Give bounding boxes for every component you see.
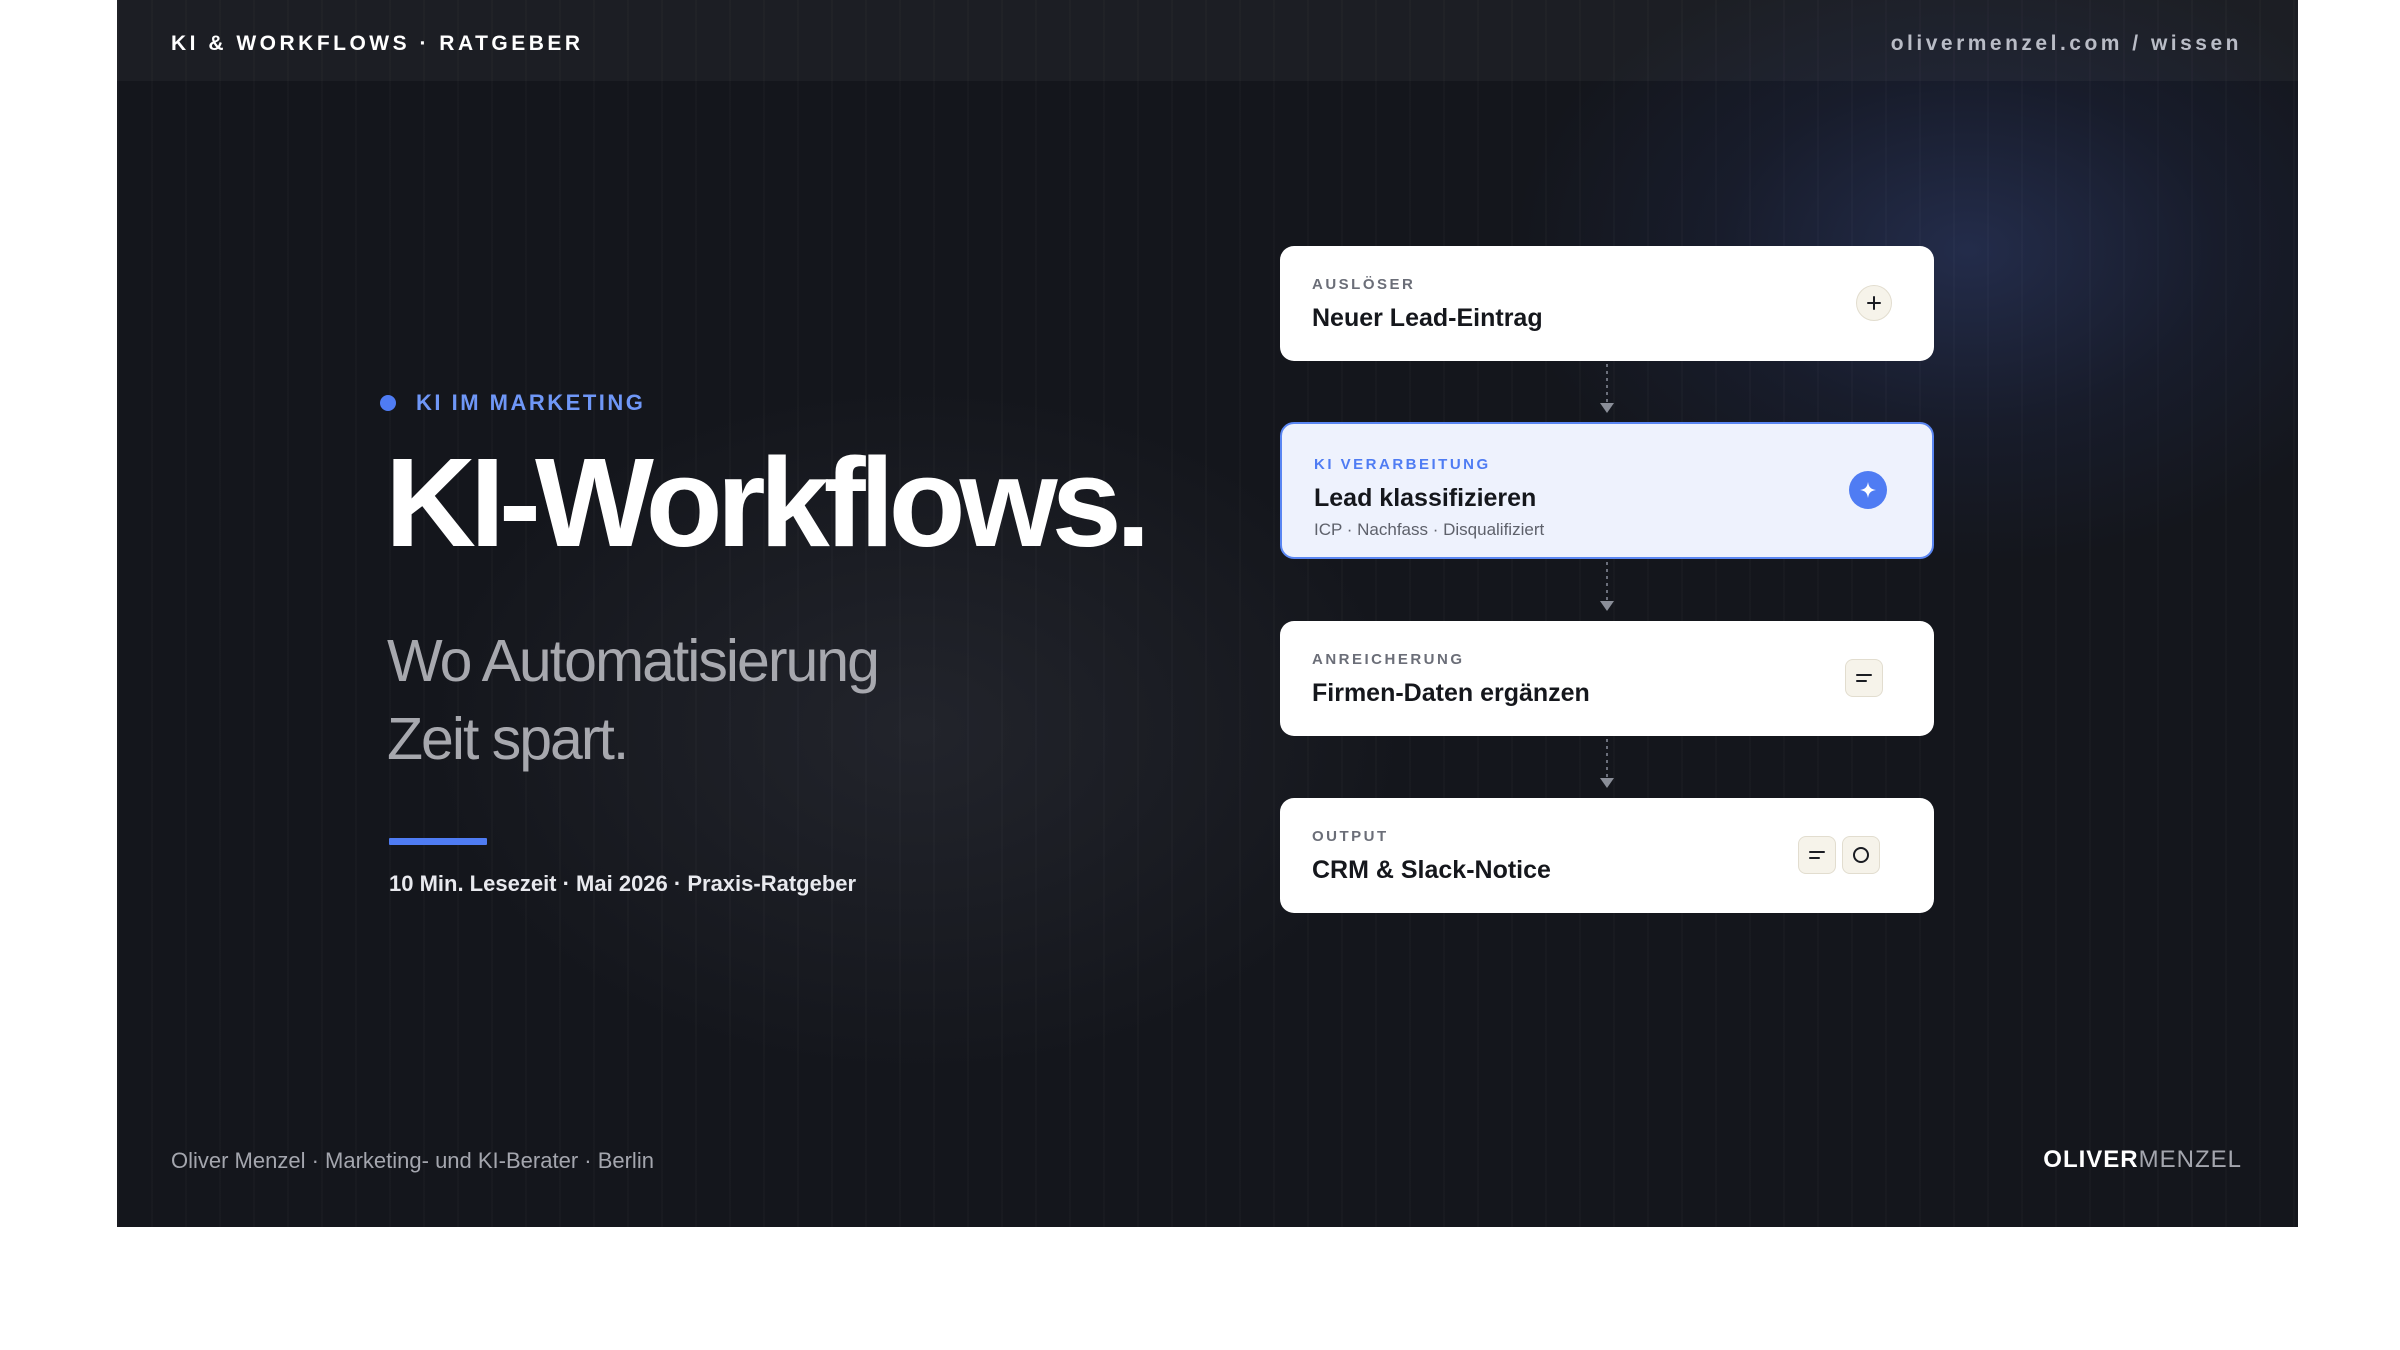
step-label: OUTPUT <box>1312 828 1389 845</box>
step-title: Neuer Lead-Eintrag <box>1312 304 1543 332</box>
workflow-step-trigger: AUSLÖSER Neuer Lead-Eintrag <box>1280 246 1934 361</box>
logo-bold-text: OLIVER <box>2043 1146 2139 1173</box>
step-connector <box>1606 562 1608 600</box>
eyebrow-dot-icon <box>380 395 396 411</box>
lines-icon <box>1798 836 1836 874</box>
step-subtitle: ICP · Nachfass · Disqualifiziert <box>1314 520 1545 539</box>
plus-icon <box>1856 285 1892 321</box>
slide: KI & WORKFLOWS · RATGEBER olivermenzel.c… <box>117 0 2298 1227</box>
topbar-category: KI & WORKFLOWS · RATGEBER <box>171 32 584 55</box>
accent-divider <box>389 838 487 845</box>
step-label: AUSLÖSER <box>1312 276 1416 293</box>
sparkle-icon <box>1849 471 1887 509</box>
connector-arrow-icon <box>1600 403 1614 413</box>
footer-logo: OLIVERMENZEL <box>2043 1146 2242 1174</box>
step-connector <box>1606 364 1608 402</box>
background-stripes <box>117 0 2298 1227</box>
eyebrow-label: KI IM MARKETING <box>416 390 646 415</box>
eyebrow: KI IM MARKETING <box>380 390 645 416</box>
footer-author: Oliver Menzel · Marketing- und KI-Berate… <box>171 1148 654 1173</box>
workflow-step-enrichment: ANREICHERUNG Firmen-Daten ergänzen <box>1280 621 1934 736</box>
circle-icon <box>1842 836 1880 874</box>
subtitle: Wo Automatisierung Zeit spart. <box>387 622 1087 778</box>
step-title: Firmen-Daten ergänzen <box>1312 679 1590 707</box>
connector-arrow-icon <box>1600 601 1614 611</box>
workflow-step-ai-processing: KI VERARBEITUNG Lead klassifizieren ICP … <box>1280 422 1934 559</box>
page-title: KI-Workflows. <box>385 432 1151 573</box>
top-bar: KI & WORKFLOWS · RATGEBER olivermenzel.c… <box>117 0 2298 81</box>
subtitle-line-2: Zeit spart. <box>387 706 629 772</box>
step-label: KI VERARBEITUNG <box>1314 456 1491 473</box>
step-title: CRM & Slack-Notice <box>1312 856 1551 884</box>
article-meta: 10 Min. Lesezeit · Mai 2026 · Praxis-Rat… <box>389 871 857 896</box>
topbar-url-link[interactable]: olivermenzel.com / wissen <box>1891 32 2242 56</box>
subtitle-line-1: Wo Automatisierung <box>387 628 880 694</box>
workflow-step-output: OUTPUT CRM & Slack-Notice <box>1280 798 1934 913</box>
lines-icon <box>1845 659 1883 697</box>
step-label: ANREICHERUNG <box>1312 651 1465 668</box>
connector-arrow-icon <box>1600 778 1614 788</box>
step-connector <box>1606 739 1608 777</box>
step-title: Lead klassifizieren <box>1314 484 1537 512</box>
logo-light-text: MENZEL <box>2138 1146 2242 1173</box>
